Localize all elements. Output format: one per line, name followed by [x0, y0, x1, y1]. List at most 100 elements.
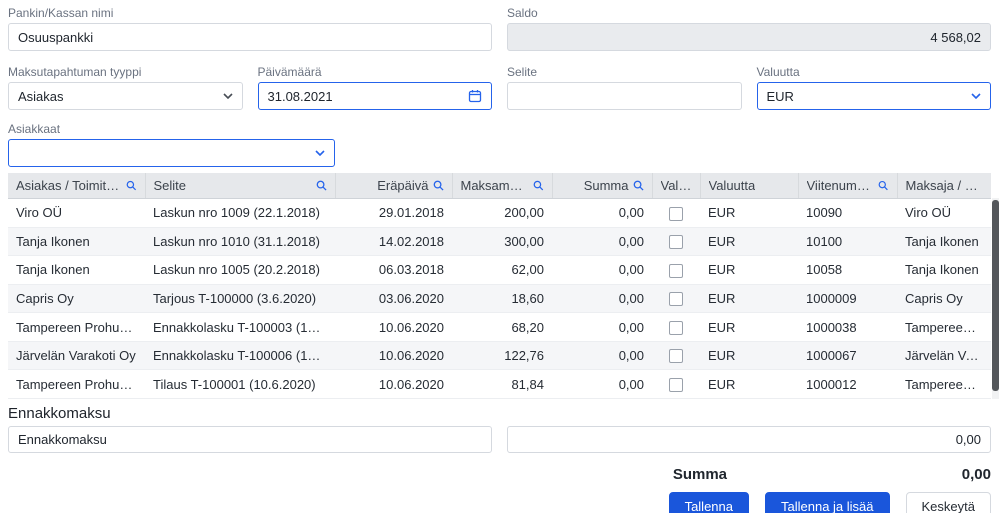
search-icon[interactable]	[433, 180, 444, 191]
advance-payment-name-input[interactable]	[8, 425, 492, 453]
cell-currency: EUR	[700, 341, 798, 371]
cell-reference: 1000012	[798, 369, 897, 399]
customers-field-group: Asiakkaat	[8, 122, 335, 167]
select-row-checkbox[interactable]	[669, 377, 683, 392]
cell-customer: Tanja Ikonen	[8, 255, 145, 285]
cell-unpaid: 300,00	[452, 227, 552, 257]
cell-unpaid: 122,76	[452, 341, 552, 371]
table-header-row: Asiakas / Toimittaja Selite Eräpäivä Mak…	[8, 173, 991, 199]
payment-entry-form: Pankin/Kassan nimi Saldo Maksutapahtuman…	[0, 0, 999, 513]
column-header[interactable]: Eräpäivä	[335, 173, 453, 199]
save-and-add-button[interactable]: Tallenna ja lisää	[765, 491, 890, 513]
currency-label: Valuutta	[756, 65, 800, 79]
column-header[interactable]: Maksamatta	[452, 173, 553, 199]
select-row-checkbox[interactable]	[669, 263, 683, 278]
cell-currency: EUR	[700, 227, 798, 257]
column-header[interactable]: Summa	[552, 173, 653, 199]
cell-reference: 10058	[798, 255, 897, 285]
select-row-checkbox[interactable]	[669, 349, 683, 364]
column-label: Eräpäivä	[377, 178, 429, 193]
table-row[interactable]: Järvelän Varakoti Oy Ennakkolasku T-1000…	[8, 341, 991, 371]
cell-description: Laskun nro 1009 (22.1.2018)	[145, 198, 335, 228]
description-input[interactable]	[507, 82, 742, 110]
cancel-button[interactable]: Keskeytä	[905, 491, 991, 513]
column-label: Asiakas / Toimittaja	[16, 178, 122, 193]
cell-select	[652, 255, 700, 285]
balance-label: Saldo	[507, 6, 538, 20]
scrollbar-thumb[interactable]	[992, 200, 999, 391]
advance-payment-section-title: Ennakkomaksu	[8, 404, 111, 422]
column-label: Viitenumero:	[806, 178, 875, 193]
column-header[interactable]: Selite	[145, 173, 336, 199]
column-label: Valuutta	[708, 178, 756, 193]
cell-due-date: 03.06.2020	[335, 284, 452, 314]
cell-reference: 1000067	[798, 341, 897, 371]
select-row-checkbox[interactable]	[669, 206, 683, 221]
table-row[interactable]: Capris Oy Tarjous T-100000 (3.6.2020) 03…	[8, 284, 991, 314]
cell-customer: Viro OÜ	[8, 198, 145, 228]
cell-payer: Tanja Ikonen	[897, 255, 991, 285]
search-icon[interactable]	[126, 180, 137, 191]
cell-payer: Tampereen Pr...	[897, 369, 991, 399]
bank-name-input[interactable]	[8, 23, 492, 51]
save-button[interactable]: Tallenna	[668, 491, 749, 513]
cell-currency: EUR	[700, 284, 798, 314]
cell-due-date: 29.01.2018	[335, 198, 452, 228]
cell-payer: Viro OÜ	[897, 198, 991, 228]
chevron-down-icon	[315, 150, 325, 156]
cell-payer: Tampereen Pr...	[897, 312, 991, 342]
column-header[interactable]: Valit...	[652, 173, 701, 199]
table-row[interactable]: Tanja Ikonen Laskun nro 1010 (31.1.2018)…	[8, 227, 991, 257]
balance-input	[507, 23, 991, 51]
cell-reference: 1000038	[798, 312, 897, 342]
cell-unpaid: 68,20	[452, 312, 552, 342]
select-row-checkbox[interactable]	[669, 292, 683, 307]
column-label: Summa	[583, 178, 629, 193]
transaction-type-label: Maksutapahtuman tyyppi	[8, 65, 142, 79]
cell-sum: 0,00	[552, 255, 652, 285]
search-icon[interactable]	[878, 180, 889, 191]
date-input[interactable]: 31.08.2021	[257, 82, 492, 110]
cell-due-date: 10.06.2020	[335, 369, 452, 399]
cell-unpaid: 200,00	[452, 198, 552, 228]
table-scrollbar[interactable]	[992, 198, 999, 399]
cell-description: Laskun nro 1010 (31.1.2018)	[145, 227, 335, 257]
currency-field-group: Valuutta EUR	[756, 65, 991, 110]
column-header[interactable]: Viitenumero:	[798, 173, 898, 199]
cell-reference: 1000009	[798, 284, 897, 314]
customers-select[interactable]	[8, 139, 335, 167]
transaction-type-field-group: Maksutapahtuman tyyppi Asiakas	[8, 65, 243, 110]
customers-label: Asiakkaat	[8, 122, 61, 136]
description-label: Selite	[507, 65, 538, 79]
action-buttons: Tallenna Tallenna ja lisää Keskeytä	[8, 491, 991, 513]
date-field-group: Päivämäärä 31.08.2021	[257, 65, 492, 110]
cell-due-date: 10.06.2020	[335, 341, 452, 371]
search-icon[interactable]	[533, 180, 544, 191]
table-row[interactable]: Viro OÜ Laskun nro 1009 (22.1.2018) 29.0…	[8, 198, 991, 228]
search-icon[interactable]	[316, 180, 327, 191]
table-row[interactable]: Tampereen Prohuolto... Ennakkolasku T-10…	[8, 312, 991, 342]
column-header[interactable]: Valuutta	[700, 173, 799, 199]
search-icon[interactable]	[633, 180, 644, 191]
total-row: Summa 0,00	[8, 466, 991, 483]
column-header[interactable]: Maksaja / ma...	[897, 173, 991, 199]
cell-customer: Järvelän Varakoti Oy	[8, 341, 145, 371]
cell-select	[652, 227, 700, 257]
calendar-icon[interactable]	[468, 89, 482, 103]
currency-value: EUR	[766, 88, 794, 104]
currency-select[interactable]: EUR	[756, 82, 991, 110]
transaction-type-select[interactable]: Asiakas	[8, 82, 243, 110]
bank-name-label: Pankin/Kassan nimi	[8, 6, 114, 20]
description-field-group: Selite	[507, 65, 742, 110]
select-row-checkbox[interactable]	[669, 235, 683, 250]
cell-description: Tarjous T-100000 (3.6.2020)	[145, 284, 335, 314]
balance-field-group: Saldo	[507, 6, 991, 51]
advance-payment-amount-input[interactable]	[507, 425, 991, 453]
cell-select	[652, 341, 700, 371]
cell-unpaid: 62,00	[452, 255, 552, 285]
transaction-type-value: Asiakas	[18, 88, 64, 104]
table-row[interactable]: Tampereen Prohuolto... Tilaus T-100001 (…	[8, 369, 991, 399]
select-row-checkbox[interactable]	[669, 320, 683, 335]
table-row[interactable]: Tanja Ikonen Laskun nro 1005 (20.2.2018)…	[8, 255, 991, 285]
column-header[interactable]: Asiakas / Toimittaja	[8, 173, 146, 199]
